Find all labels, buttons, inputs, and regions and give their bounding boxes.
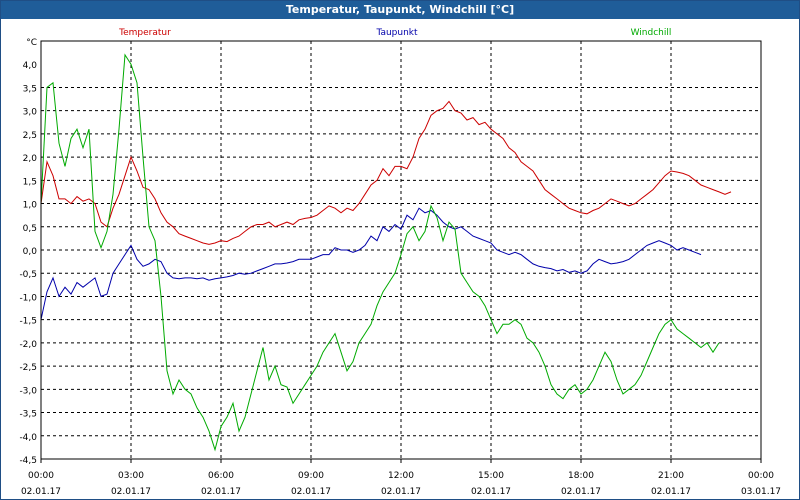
- chart-window: Temperatur, Taupunkt, Windchill [°C] 4,0…: [0, 0, 800, 500]
- legend-label-taupunkt: Taupunkt: [375, 28, 418, 38]
- x-tick-time: 06:00: [208, 471, 234, 481]
- y-tick-label: 3,5: [23, 84, 37, 94]
- chart-title: Temperatur, Taupunkt, Windchill [°C]: [1, 1, 799, 19]
- x-tick-time: 00:00: [28, 471, 54, 481]
- y-tick-label: 2,0: [23, 154, 38, 164]
- series-line-windchill: [40, 53, 720, 452]
- x-tick-time: 15:00: [478, 471, 504, 481]
- y-axis-label: °C: [26, 38, 37, 48]
- y-tick-label: 2,5: [23, 131, 37, 141]
- legend-label-windchill: Windchill: [631, 28, 672, 38]
- x-tick-time: 18:00: [568, 471, 594, 481]
- x-tick-date: 02.01.17: [201, 487, 241, 497]
- y-tick-label: -1,0: [19, 293, 37, 303]
- y-tick-label: -4,5: [19, 456, 37, 466]
- x-tick-date: 02.01.17: [471, 487, 511, 497]
- y-tick-label: 3,0: [23, 108, 38, 118]
- series-lines: [40, 53, 732, 452]
- x-tick-date: 02.01.17: [651, 487, 691, 497]
- x-tick-date: 02.01.17: [561, 487, 601, 497]
- line-chart: 4,0 3,5 3,0 2,5 2,0 1,5 1,0 0,5 0,0 -0,5 -1,0 -1,5 -…: [19, 28, 781, 497]
- x-tick-time: 12:00: [388, 471, 414, 481]
- grid: [41, 41, 761, 460]
- x-tick-date: 02.01.17: [111, 487, 151, 497]
- x-tick-time: 03:00: [118, 471, 144, 481]
- y-tick-label: -0,5: [19, 270, 37, 280]
- y-tick-label: 0,0: [23, 247, 38, 257]
- labels: 4,0 3,5 3,0 2,5 2,0 1,5 1,0 0,5 0,0 -0,5 -1,0 -1,5 -…: [19, 28, 781, 497]
- y-tick-label: -3,5: [19, 410, 37, 420]
- y-tick-label: -4,0: [19, 433, 37, 443]
- y-tick-label: -1,5: [19, 317, 37, 327]
- y-tick-label: -2,0: [19, 340, 37, 350]
- x-tick-date: 02.01.17: [381, 487, 421, 497]
- y-tick-label: 0,5: [23, 224, 37, 234]
- x-tick-date: 02.01.17: [21, 487, 61, 497]
- y-tick-label: 1,0: [23, 201, 38, 211]
- series-line-taupunkt: [40, 207, 702, 320]
- y-tick-label: 4,0: [23, 61, 38, 71]
- x-tick-time: 09:00: [298, 471, 324, 481]
- legend-label-temperatur: Temperatur: [118, 28, 171, 38]
- y-tick-label: -3,0: [19, 386, 37, 396]
- y-tick-label: -2,5: [19, 363, 37, 373]
- y-tick-label: 1,5: [23, 177, 37, 187]
- x-tick-time: 21:00: [658, 471, 684, 481]
- x-tick-date: 03.01.17: [741, 487, 781, 497]
- x-tick-time: 00:00: [748, 471, 774, 481]
- x-tick-date: 02.01.17: [291, 487, 331, 497]
